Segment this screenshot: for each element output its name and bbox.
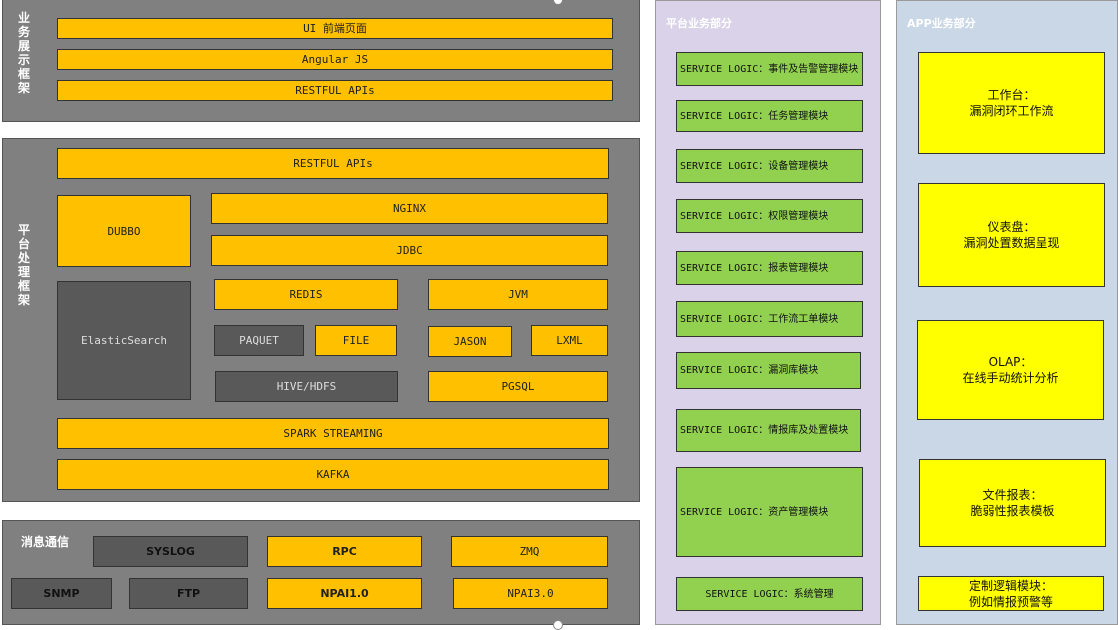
module-device: SERVICE LOGIC：设备管理模块 bbox=[676, 149, 863, 183]
app-olap: OLAP： 在线手动统计分析 bbox=[917, 320, 1104, 420]
presentation-framework-label: 业务展示框架 bbox=[17, 11, 30, 95]
module-task: SERVICE LOGIC：任务管理模块 bbox=[676, 100, 863, 132]
jvm-box: JVM bbox=[428, 279, 608, 310]
module-report: SERVICE LOGIC：报表管理模块 bbox=[676, 251, 863, 285]
ui-frontend-box: UI 前端页面 bbox=[57, 18, 613, 39]
module-permission: SERVICE LOGIC：权限管理模块 bbox=[676, 199, 863, 233]
module-system: SERVICE LOGIC：系统管理 bbox=[676, 577, 863, 611]
zmq-box: ZMQ bbox=[451, 536, 608, 567]
jdbc-box: JDBC bbox=[211, 235, 608, 266]
paquet-box: PAQUET bbox=[214, 325, 304, 356]
app-custom-logic: 定制逻辑模块： 例如情报预警等 bbox=[918, 576, 1104, 611]
syslog-box: SYSLOG bbox=[93, 536, 248, 567]
npai1-box: NPAI1.0 bbox=[267, 578, 422, 609]
ftp-box: FTP bbox=[129, 578, 248, 609]
messaging-panel: 消息通信 SYSLOG RPC ZMQ SNMP FTP NPAI1.0 NPA… bbox=[2, 520, 640, 625]
module-workflow: SERVICE LOGIC：工作流工单模块 bbox=[676, 301, 863, 337]
pgsql-box: PGSQL bbox=[428, 371, 608, 402]
module-intelligence: SERVICE LOGIC：情报库及处置模块 bbox=[676, 409, 861, 452]
elasticsearch-box: ElasticSearch bbox=[57, 281, 191, 400]
jason-box: JASON bbox=[428, 326, 512, 357]
module-asset: SERVICE LOGIC：资产管理模块 bbox=[676, 467, 863, 557]
restful-apis-box: RESTFUL APIs bbox=[57, 148, 609, 179]
platform-business-title: 平台业务部分 bbox=[666, 17, 732, 30]
platform-business-column: 平台业务部分 SERVICE LOGIC：事件及告警管理模块 SERVICE L… bbox=[655, 0, 881, 625]
kafka-box: KAFKA bbox=[57, 459, 609, 490]
file-box: FILE bbox=[315, 325, 397, 356]
platform-framework-label: 平台处理框架 bbox=[17, 223, 30, 307]
app-business-title: APP业务部分 bbox=[907, 17, 976, 30]
spark-streaming-box: SPARK STREAMING bbox=[57, 418, 609, 449]
snmp-box: SNMP bbox=[11, 578, 112, 609]
platform-framework-panel: 平台处理框架 RESTFUL APIs DUBBO NGINX JDBC Ela… bbox=[2, 138, 640, 502]
redis-box: REDIS bbox=[214, 279, 398, 310]
module-event-alert: SERVICE LOGIC：事件及告警管理模块 bbox=[676, 52, 863, 86]
module-vulnerability: SERVICE LOGIC：漏洞库模块 bbox=[676, 352, 861, 389]
restful-apis-top-box: RESTFUL APIs bbox=[57, 80, 613, 101]
rpc-box: RPC bbox=[267, 536, 422, 567]
nginx-box: NGINX bbox=[211, 193, 608, 224]
lxml-box: LXML bbox=[531, 325, 608, 356]
app-business-column: APP业务部分 工作台： 漏洞闭环工作流 仪表盘： 漏洞处置数据呈现 OLAP：… bbox=[896, 0, 1118, 625]
hive-hdfs-box: HIVE/HDFS bbox=[215, 371, 398, 402]
dubbo-box: DUBBO bbox=[57, 195, 191, 267]
angularjs-box: Angular JS bbox=[57, 49, 613, 70]
presentation-framework-panel: 业务展示框架 UI 前端页面 Angular JS RESTFUL APIs bbox=[2, 0, 640, 122]
app-workbench: 工作台： 漏洞闭环工作流 bbox=[918, 52, 1105, 154]
npai3-box: NPAI3.0 bbox=[453, 578, 608, 609]
app-file-report: 文件报表： 脆弱性报表模板 bbox=[919, 459, 1106, 547]
app-dashboard: 仪表盘： 漏洞处置数据呈现 bbox=[918, 183, 1105, 287]
messaging-label: 消息通信 bbox=[21, 535, 70, 549]
connector-dot-bottom bbox=[553, 620, 563, 630]
